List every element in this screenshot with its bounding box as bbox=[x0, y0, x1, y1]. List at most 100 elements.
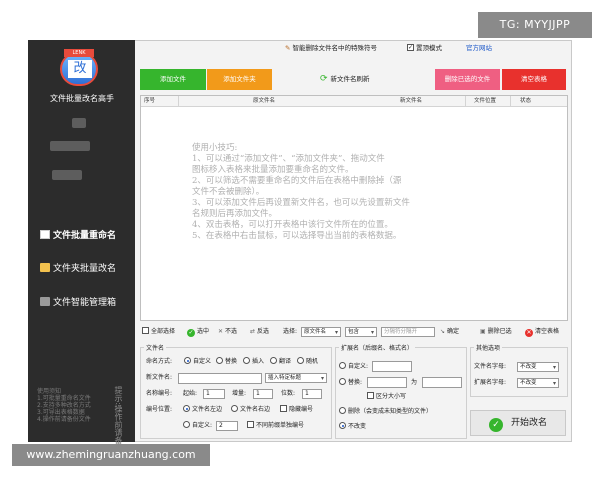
mode-replace-radio[interactable]: 替换 bbox=[216, 357, 237, 367]
filter-mode-select[interactable]: 包含 bbox=[345, 327, 377, 337]
topmost-toggle[interactable]: 置顶模式 bbox=[407, 43, 442, 53]
filter-keyword-input[interactable]: 分隔符分隔开 bbox=[381, 327, 435, 337]
filter-confirm-button[interactable]: ↘ 确定 bbox=[440, 327, 459, 337]
mode-label: 随机 bbox=[306, 358, 319, 365]
radio-dot[interactable] bbox=[339, 378, 346, 385]
sidebar-item-label: 文件批量重命名 bbox=[53, 231, 117, 241]
arrow-icon: ↘ bbox=[440, 328, 446, 335]
mode-insert-radio[interactable]: 插入 bbox=[243, 357, 264, 367]
insert-title-select[interactable]: 插入特定标题 bbox=[265, 373, 327, 383]
mode-translate-radio[interactable]: 翻译 bbox=[270, 357, 291, 367]
ext-unchanged-radio[interactable]: 不改变 bbox=[339, 422, 366, 432]
clear-table-link[interactable]: ✕ 清空表格 bbox=[525, 327, 559, 337]
radio-dot[interactable] bbox=[216, 357, 223, 364]
new-name-input[interactable] bbox=[178, 373, 262, 384]
ext-custom-radio[interactable]: 自定义: bbox=[339, 362, 368, 372]
column-header-original-name[interactable]: 原文件名 bbox=[253, 96, 275, 107]
toolbox-icon bbox=[40, 297, 50, 306]
name-case-label: 文件名字母: bbox=[474, 363, 507, 370]
ext-case-value[interactable]: 不改变 bbox=[517, 378, 559, 388]
topmost-checkbox[interactable] bbox=[407, 43, 414, 53]
ext-custom-label: 自定义: bbox=[348, 363, 369, 370]
case-sensitive-label: 区分大小写 bbox=[376, 393, 407, 400]
start-input[interactable]: 1 bbox=[203, 389, 225, 400]
select-all-checkbox[interactable] bbox=[142, 327, 149, 334]
ext-case-select[interactable]: 不改变 bbox=[517, 378, 559, 388]
mode-custom-radio[interactable]: 自定义 bbox=[184, 357, 211, 367]
radio-dot[interactable] bbox=[270, 357, 277, 364]
ext-delete-radio[interactable]: 删除（会变成未知类型的文件） bbox=[339, 407, 432, 417]
document-icon bbox=[40, 230, 50, 239]
custom-position-input[interactable]: 2 bbox=[216, 421, 238, 432]
sidebar-item-file-rename[interactable]: 文件批量重命名 bbox=[40, 229, 134, 243]
insert-title-value[interactable]: 插入特定标题 bbox=[265, 373, 327, 383]
refresh-label: 新文件名刷新 bbox=[330, 75, 370, 83]
ext-custom-input[interactable] bbox=[372, 361, 412, 372]
filter-mode-value[interactable]: 包含 bbox=[345, 327, 377, 337]
radio-dot[interactable] bbox=[339, 407, 346, 414]
position-right-radio[interactable]: 文件名右边 bbox=[231, 405, 270, 415]
name-case-value[interactable]: 不改变 bbox=[517, 362, 559, 372]
logo-tag: LENK bbox=[64, 49, 94, 57]
ext-replace-to-input[interactable] bbox=[422, 377, 462, 388]
position-right-label: 文件名右边 bbox=[240, 406, 271, 413]
start-value[interactable]: 1 bbox=[203, 389, 225, 399]
blurred-info bbox=[52, 170, 82, 180]
case-sensitive-option[interactable]: 区分大小写 bbox=[367, 392, 406, 402]
custom-position-value[interactable]: 2 bbox=[216, 421, 238, 431]
column-header-status[interactable]: 状态 bbox=[520, 96, 531, 107]
sidebar-item-folder-rename[interactable]: 文件夹批量改名 bbox=[40, 262, 134, 276]
other-options-title: 其他选项 bbox=[474, 344, 503, 354]
step-value[interactable]: 1 bbox=[253, 389, 273, 399]
mode-label: 替换 bbox=[225, 358, 238, 365]
custom-position-radio[interactable]: 自定义: bbox=[183, 421, 212, 431]
column-divider bbox=[465, 96, 466, 106]
add-folder-button[interactable]: 添加文件夹 bbox=[207, 69, 272, 90]
radio-dot[interactable] bbox=[184, 357, 191, 364]
refresh-new-name-button[interactable]: ⟳ 新文件名刷新 bbox=[320, 74, 370, 84]
radio-dot[interactable] bbox=[297, 357, 304, 364]
deselect-label: 不选 bbox=[224, 328, 237, 335]
digits-input[interactable]: 1 bbox=[302, 389, 322, 400]
radio-dot[interactable] bbox=[243, 357, 250, 364]
step-input[interactable]: 1 bbox=[253, 389, 273, 400]
name-case-select[interactable]: 不改变 bbox=[517, 362, 559, 372]
radio-dot[interactable] bbox=[231, 405, 238, 412]
deselect-button[interactable]: ✕ 不选 bbox=[218, 327, 237, 337]
column-header-index[interactable]: 序号 bbox=[144, 96, 155, 107]
select-button[interactable]: ✓ 选中 bbox=[187, 327, 209, 337]
filter-field-select[interactable]: 原文件名 bbox=[301, 327, 341, 337]
no-pad-checkbox[interactable] bbox=[247, 421, 254, 428]
radio-dot[interactable] bbox=[183, 405, 190, 412]
add-file-button[interactable]: 添加文件 bbox=[140, 69, 206, 90]
filter-field-value[interactable]: 原文件名 bbox=[301, 327, 341, 337]
ext-replace-from-input[interactable] bbox=[367, 377, 407, 388]
select-all-option[interactable]: 全部选择 bbox=[142, 327, 175, 337]
radio-dot[interactable] bbox=[339, 422, 346, 429]
position-left-radio[interactable]: 文件名左边 bbox=[183, 405, 222, 415]
mode-random-radio[interactable]: 随机 bbox=[297, 357, 318, 367]
ext-replace-radio[interactable]: 替换: bbox=[339, 378, 362, 388]
digits-value[interactable]: 1 bbox=[302, 389, 322, 399]
invert-button[interactable]: ⇄ 反选 bbox=[250, 327, 269, 337]
clear-table-button[interactable]: 清空表格 bbox=[502, 69, 566, 90]
radio-dot[interactable] bbox=[183, 421, 190, 428]
smart-remove-symbols-link[interactable]: ✎ 智能删除文件名中的特殊符号 bbox=[285, 43, 377, 53]
no-pad-label: 不同前缀单独编号 bbox=[256, 422, 305, 429]
start-rename-button[interactable]: ✓ 开始改名 bbox=[470, 410, 566, 436]
delete-selected-button[interactable]: ▣ 删除已选 bbox=[480, 327, 512, 337]
hide-number-option[interactable]: 隐藏编号 bbox=[280, 405, 313, 415]
no-pad-option[interactable]: 不同前缀单独编号 bbox=[247, 421, 304, 431]
hide-number-checkbox[interactable] bbox=[280, 405, 287, 412]
radio-dot[interactable] bbox=[339, 362, 346, 369]
column-header-location[interactable]: 文件位置 bbox=[474, 96, 496, 107]
blurred-info bbox=[50, 141, 90, 151]
case-sensitive-checkbox[interactable] bbox=[367, 392, 374, 399]
column-header-new-name[interactable]: 新文件名 bbox=[400, 96, 422, 107]
tip-line: 2、可以筛选不需要重命名的文件后在表格中删除掉（源 bbox=[192, 176, 402, 186]
step-label: 增量: bbox=[232, 390, 247, 397]
official-site-link[interactable]: 官方网站 bbox=[466, 43, 492, 53]
remove-selected-files-button[interactable]: 删除已选的文件 bbox=[435, 69, 500, 90]
tip-line: 图标移入表格来批量添加要重命名的文件。 bbox=[192, 165, 354, 175]
sidebar-item-smart-manage[interactable]: 文件智能管理箱 bbox=[40, 296, 134, 310]
